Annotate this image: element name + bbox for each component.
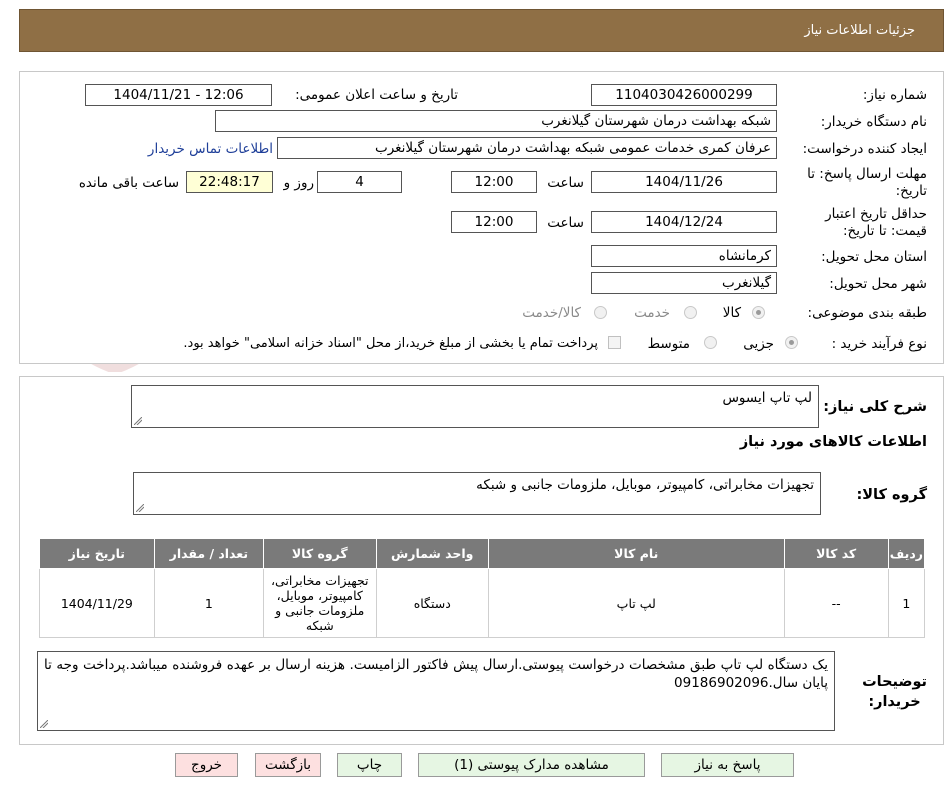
price-validity-time-field: 12:00 [451, 211, 537, 233]
reply-deadline-label-line1: مهلت ارسال پاسخ: تا [807, 166, 927, 182]
category-radio-service[interactable] [684, 306, 697, 319]
need-number-field: 1104030426000299 [591, 84, 777, 106]
buyer-org-field: شبکه بهداشت درمان شهرستان گیلانغرب [215, 110, 777, 132]
delivery-province-label: استان محل تحویل: [821, 249, 927, 265]
price-validity-label-line2: قیمت: تا تاریخ: [843, 223, 927, 239]
col-header-item-name: نام کالا [487, 538, 785, 569]
goods-table: ردیف کد کالا نام کالا واحد شمارش گروه کا… [39, 538, 926, 638]
goods-table-header-row: ردیف کد کالا نام کالا واحد شمارش گروه کا… [39, 538, 926, 569]
need-summary-textarea: لپ تاپ ایسوس [131, 385, 819, 428]
need-number-label: شماره نیاز: [862, 87, 927, 103]
reply-deadline-time-field: 12:00 [451, 171, 537, 193]
col-header-quantity: تعداد / مقدار [153, 538, 265, 569]
cell-unit: دستگاه [375, 568, 489, 638]
delivery-city-label: شهر محل تحویل: [829, 276, 927, 292]
goods-info-title: اطلاعات کالاهای مورد نیاز [739, 434, 927, 450]
reply-button[interactable]: پاسخ به نیاز [661, 753, 794, 777]
category-option-goods: کالا [722, 305, 741, 321]
reply-deadline-date-field: 1404/11/26 [591, 171, 777, 193]
back-button[interactable]: بازگشت [255, 753, 321, 777]
exit-button[interactable]: خروج [175, 753, 238, 777]
buyer-notes-label: توضیحات خریدار: [862, 672, 927, 712]
resize-handle-icon[interactable] [134, 417, 142, 425]
cell-need-date: 1404/11/29 [39, 568, 155, 638]
page-title: جزئیات اطلاعات نیاز [804, 23, 915, 38]
process-option-medium: متوسط [647, 336, 690, 352]
col-header-item-group: گروه کالا [263, 538, 377, 569]
buyer-notes-label-line1: توضیحات [862, 674, 927, 690]
price-validity-label-line1: حداقل تاریخ اعتبار [825, 206, 927, 222]
buyer-notes-text: یک دستگاه لپ تاپ طبق مشخصات درخواست پیوس… [44, 657, 828, 691]
request-creator-field: عرفان کمری خدمات عمومی شبکه بهداشت درمان… [277, 137, 777, 159]
buyer-notes-label-line2: خریدار: [868, 694, 921, 710]
cell-item-group: تجهیزات مخابراتی، کامپیوتر، موبایل، ملزو… [263, 568, 377, 638]
delivery-province-field: کرمانشاه [591, 245, 777, 267]
col-header-item-code: کد کالا [783, 538, 889, 569]
table-row: 1 -- لپ تاپ دستگاه تجهیزات مخابراتی، کام… [39, 568, 926, 638]
announce-datetime-label: تاریخ و ساعت اعلان عمومی: [295, 87, 458, 103]
cell-row-number: 1 [887, 568, 926, 638]
reply-deadline-label: مهلت ارسال پاسخ: تا تاریخ: [807, 166, 927, 200]
need-summary-text: لپ تاپ ایسوس [722, 390, 812, 406]
request-creator-label: ایجاد کننده درخواست: [802, 141, 927, 157]
goods-group-label: گروه کالا: [856, 487, 927, 503]
buyer-contact-link[interactable]: اطلاعات تماس خریدار [148, 141, 273, 157]
price-validity-time-label: ساعت [547, 215, 584, 231]
goods-group-textarea: تجهیزات مخابراتی، کامپیوتر، موبایل، ملزو… [133, 472, 821, 515]
buyer-notes-textarea: یک دستگاه لپ تاپ طبق مشخصات درخواست پیوس… [37, 651, 835, 731]
announce-datetime-field: 1404/11/21 - 12:06 [85, 84, 272, 106]
page-header: جزئیات اطلاعات نیاز [19, 9, 944, 52]
remaining-time-label: ساعت باقی مانده [78, 175, 179, 191]
process-radio-minor[interactable] [785, 336, 798, 349]
purchase-process-label: نوع فرآیند خرید : [831, 336, 927, 352]
remaining-time-field: 22:48:17 [186, 171, 273, 193]
category-option-goods-service: کالا/خدمت [522, 305, 581, 321]
price-validity-label: حداقل تاریخ اعتبار قیمت: تا تاریخ: [825, 206, 927, 240]
price-validity-date-field: 1404/12/24 [591, 211, 777, 233]
col-header-unit: واحد شمارش [375, 538, 489, 569]
cell-item-code: -- [783, 568, 889, 638]
category-radio-goods-service[interactable] [594, 306, 607, 319]
category-radio-goods[interactable] [752, 306, 765, 319]
buyer-org-label: نام دستگاه خریدار: [820, 114, 927, 130]
treasury-payment-checkbox[interactable] [608, 336, 621, 349]
view-attachments-button[interactable]: مشاهده مدارک پیوستی (1) [418, 753, 645, 777]
cell-quantity: 1 [153, 568, 265, 638]
delivery-city-field: گیلانغرب [591, 272, 777, 294]
reply-deadline-time-label: ساعت [547, 175, 584, 191]
remaining-days-field: 4 [317, 171, 402, 193]
cell-item-name: لپ تاپ [487, 568, 785, 638]
need-summary-label: شرح کلی نیاز: [823, 399, 927, 415]
process-option-minor: جزیی [743, 336, 774, 352]
remaining-days-label: روز و [283, 175, 314, 191]
col-header-need-date: تاریخ نیاز [39, 538, 155, 569]
process-radio-medium[interactable] [704, 336, 717, 349]
resize-handle-icon[interactable] [40, 720, 48, 728]
col-header-row-number: ردیف [887, 538, 926, 569]
category-label: طبقه بندی موضوعی: [807, 305, 927, 321]
resize-handle-icon[interactable] [136, 504, 144, 512]
goods-group-text: تجهیزات مخابراتی، کامپیوتر، موبایل، ملزو… [476, 477, 814, 493]
print-button[interactable]: چاپ [337, 753, 402, 777]
category-option-service: خدمت [634, 305, 670, 321]
treasury-payment-note: پرداخت تمام یا بخشی از مبلغ خرید،از محل … [183, 336, 598, 351]
reply-deadline-label-line2: تاریخ: [895, 183, 927, 199]
